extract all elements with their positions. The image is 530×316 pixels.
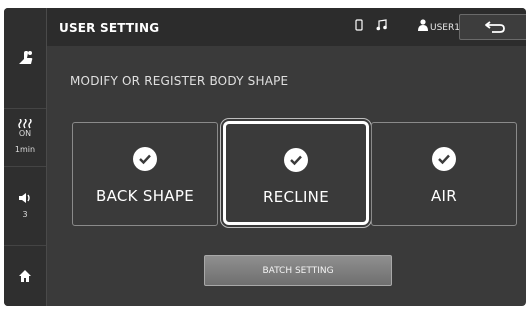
top-bar: USER SETTING USER1 xyxy=(47,8,526,46)
heat-timer: 1min xyxy=(14,145,36,154)
phone-icon xyxy=(355,19,363,31)
page-title: USER SETTING xyxy=(59,21,160,35)
back-arrow-icon xyxy=(485,21,505,33)
recline-option[interactable]: RECLINE xyxy=(223,121,369,225)
air-option[interactable]: AIR xyxy=(371,122,517,226)
home-icon xyxy=(19,270,31,282)
back-button[interactable] xyxy=(459,14,526,40)
sidebar-item-volume[interactable]: 3 xyxy=(4,167,46,246)
volume-level: 3 xyxy=(22,210,28,219)
batch-setting-button[interactable]: BATCH SETTING xyxy=(204,255,392,286)
back-shape-option[interactable]: BACK SHAPE xyxy=(72,122,218,226)
sidebar-item-seat[interactable] xyxy=(4,8,46,109)
option-label: RECLINE xyxy=(263,188,329,206)
speaker-icon xyxy=(19,193,30,203)
check-icon xyxy=(133,147,157,171)
check-icon xyxy=(432,147,456,171)
section-subtitle: MODIFY OR REGISTER BODY SHAPE xyxy=(70,74,289,88)
user-icon xyxy=(418,19,428,31)
user-name: USER1 xyxy=(430,23,460,33)
seat-icon xyxy=(19,51,33,64)
home-button[interactable] xyxy=(4,246,46,306)
music-icon xyxy=(376,19,387,31)
heat-status: ON xyxy=(18,129,32,138)
heat-icon xyxy=(18,119,32,129)
option-label: BACK SHAPE xyxy=(96,187,194,205)
sidebar-item-heat[interactable]: ON 1min xyxy=(4,108,46,167)
option-label: AIR xyxy=(430,187,457,205)
screen: ON 1min 3 USER SETTING USER1 MODIFY OR R… xyxy=(4,8,526,306)
sidebar: ON 1min 3 xyxy=(4,8,47,306)
check-icon xyxy=(284,148,308,172)
